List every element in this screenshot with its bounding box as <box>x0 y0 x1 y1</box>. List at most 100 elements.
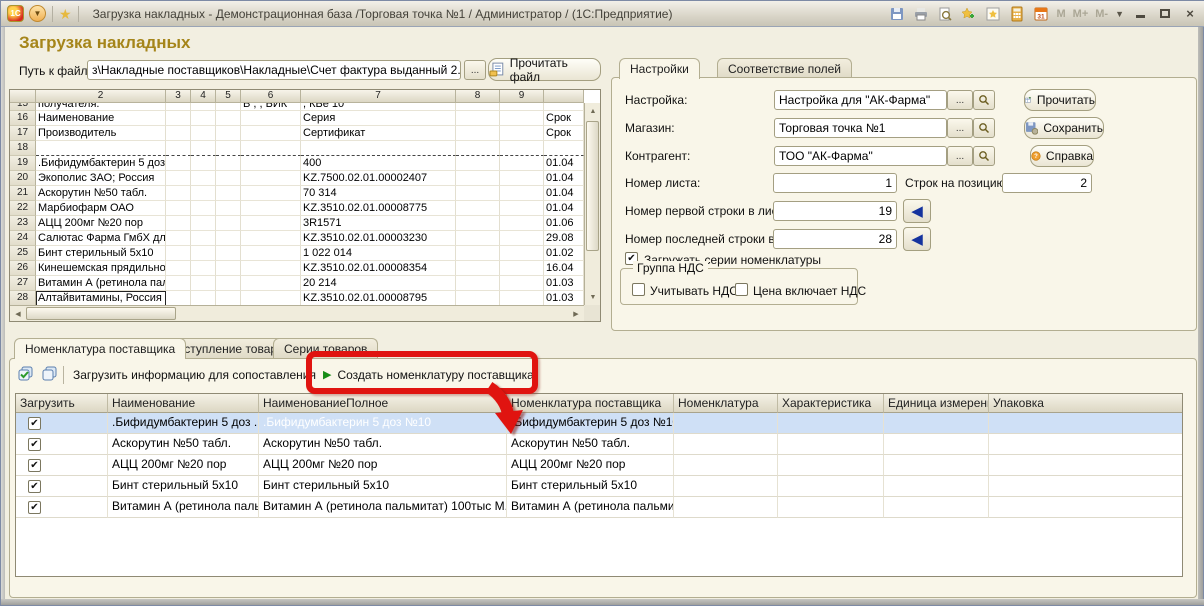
sheet-row-header[interactable]: 17 <box>10 126 36 141</box>
sheet-cell[interactable] <box>191 103 216 111</box>
sheet-column-header[interactable] <box>544 90 584 103</box>
sheet-cell[interactable] <box>216 171 241 186</box>
table-cell[interactable]: ✔ <box>16 413 108 434</box>
table-cell[interactable]: ✔ <box>16 455 108 476</box>
sheet-cell[interactable] <box>216 111 241 126</box>
sheet-cell[interactable] <box>191 216 216 231</box>
table-cell[interactable]: Бинт стерильный 5х10 <box>259 476 507 497</box>
table-cell[interactable] <box>989 434 1183 455</box>
open-value-button[interactable] <box>973 90 995 110</box>
sheet-cell[interactable] <box>191 231 216 246</box>
sheet-cell[interactable] <box>500 201 544 216</box>
sheet-cell[interactable]: АЦЦ 200мг №20 пор <box>36 216 166 231</box>
table-cell[interactable] <box>989 455 1183 476</box>
pick-last-row-button[interactable]: ◀ <box>903 227 931 251</box>
table-cell[interactable]: .Бифидумбактерин 5 доз №10 <box>259 413 507 434</box>
sheet-column-header[interactable]: 3 <box>166 90 191 103</box>
sheet-cell[interactable] <box>241 291 301 306</box>
sheet-cell[interactable]: 01.04 <box>544 171 584 186</box>
sheet-cell[interactable] <box>500 216 544 231</box>
sheet-cell[interactable] <box>191 246 216 261</box>
sheet-cell[interactable]: 1 022 014 <box>301 246 456 261</box>
table-cell[interactable] <box>674 497 778 518</box>
sheet-cell[interactable] <box>241 171 301 186</box>
sheet-cell[interactable] <box>216 291 241 306</box>
sheet-cell[interactable]: Аскорутин №50 табл. <box>36 186 166 201</box>
sheet-cell[interactable]: Сертификат <box>301 126 456 141</box>
sheet-column-header[interactable]: 6 <box>241 90 301 103</box>
sheet-cell[interactable] <box>241 126 301 141</box>
sheet-row-header[interactable]: 22 <box>10 201 36 216</box>
sheet-cell[interactable]: В , , БИК <box>241 103 301 111</box>
sheet-horizontal-scrollbar[interactable]: ◀ ▶ <box>10 305 584 321</box>
sheet-cell[interactable] <box>216 231 241 246</box>
table-column-header[interactable]: Упаковка <box>989 394 1183 413</box>
load-row-checkbox[interactable]: ✔ <box>28 501 41 514</box>
sheet-cell[interactable] <box>166 216 191 231</box>
last-row-input[interactable]: 28 <box>773 229 897 249</box>
sheet-cell[interactable]: Кинешемская прядильно-ткацкая фабрика,Ро… <box>36 261 166 276</box>
sheet-cell[interactable] <box>500 276 544 291</box>
sheet-cell[interactable]: KZ.3510.02.01.00008795 <box>301 291 456 306</box>
sheet-cell[interactable] <box>500 246 544 261</box>
sheet-cell[interactable] <box>456 156 500 171</box>
print-preview-icon[interactable] <box>936 5 953 22</box>
sheet-cell[interactable] <box>456 171 500 186</box>
rows-per-position-input[interactable]: 2 <box>1002 173 1092 193</box>
sheet-cell[interactable]: 01.03 <box>544 291 584 306</box>
table-row[interactable]: ✔.Бифидумбактерин 5 доз ....Бифидумбакте… <box>16 413 1182 434</box>
load-row-checkbox[interactable]: ✔ <box>28 438 41 451</box>
sheet-cell[interactable] <box>241 276 301 291</box>
select-value-button[interactable]: ... <box>947 90 973 110</box>
first-row-input[interactable]: 19 <box>773 201 897 221</box>
sheet-cell[interactable] <box>456 261 500 276</box>
table-cell[interactable] <box>778 497 884 518</box>
sheet-cell[interactable] <box>241 261 301 276</box>
memory-m-button[interactable]: M <box>1056 8 1065 20</box>
sheet-cell[interactable]: Бинт стерильный 5х10 <box>36 246 166 261</box>
sheet-cell[interactable] <box>241 216 301 231</box>
sheet-cell[interactable] <box>301 141 456 156</box>
sheet-column-header[interactable] <box>10 90 36 103</box>
sheet-row-header[interactable]: 16 <box>10 111 36 126</box>
table-cell[interactable] <box>674 413 778 434</box>
table-row[interactable]: ✔Бинт стерильный 5х10Бинт стерильный 5х1… <box>16 476 1182 497</box>
sheet-cell[interactable] <box>166 201 191 216</box>
sheet-cell[interactable]: KZ.3510.02.01.00008354 <box>301 261 456 276</box>
table-cell[interactable]: АЦЦ 200мг №20 пор <box>108 455 259 476</box>
sheet-column-header[interactable]: 4 <box>191 90 216 103</box>
table-column-header[interactable]: Единица измерения <box>884 394 989 413</box>
sheet-row-header[interactable]: 15 <box>10 103 36 111</box>
sheet-cell[interactable] <box>191 201 216 216</box>
sheet-cell[interactable] <box>456 291 500 306</box>
table-cell[interactable] <box>989 413 1183 434</box>
table-cell[interactable] <box>778 455 884 476</box>
tab-goods-series[interactable]: Серии товаров <box>273 338 378 358</box>
sheet-row-header[interactable]: 23 <box>10 216 36 231</box>
table-cell[interactable]: Аскорутин №50 табл. <box>507 434 674 455</box>
sheet-cell[interactable] <box>500 231 544 246</box>
sheet-row-header[interactable]: 28 <box>10 291 36 306</box>
sheet-cell[interactable] <box>241 201 301 216</box>
sheet-row-header[interactable]: 26 <box>10 261 36 276</box>
sheet-cell[interactable]: Алтайвитамины, Россия <box>36 291 166 306</box>
calculator-icon[interactable] <box>1008 5 1025 22</box>
sheet-cell[interactable] <box>216 276 241 291</box>
toolbar-overflow-icon[interactable]: ▼ <box>1115 9 1124 19</box>
table-row[interactable]: ✔Витамин А (ретинола паль...Витамин А (р… <box>16 497 1182 518</box>
sheet-cell[interactable] <box>456 126 500 141</box>
sheet-cell[interactable] <box>500 186 544 201</box>
sheet-cell[interactable] <box>456 201 500 216</box>
sheet-row-header[interactable]: 25 <box>10 246 36 261</box>
sheet-cell[interactable]: 70 314 <box>301 186 456 201</box>
uncheck-all-button[interactable] <box>41 365 59 388</box>
sheet-cell[interactable] <box>500 141 544 156</box>
save-settings-button[interactable]: Сохранить <box>1024 117 1104 139</box>
table-cell[interactable]: Бинт стерильный 5х10 <box>507 476 674 497</box>
table-cell[interactable]: АЦЦ 200мг №20 пор <box>259 455 507 476</box>
sheet-cell[interactable]: 01.04 <box>544 186 584 201</box>
memory-m-minus-button[interactable]: M- <box>1095 8 1108 20</box>
table-row[interactable]: ✔АЦЦ 200мг №20 порАЦЦ 200мг №20 порАЦЦ 2… <box>16 455 1182 476</box>
sheet-row-header[interactable]: 18 <box>10 141 36 156</box>
file-browse-button[interactable]: ... <box>464 60 486 80</box>
